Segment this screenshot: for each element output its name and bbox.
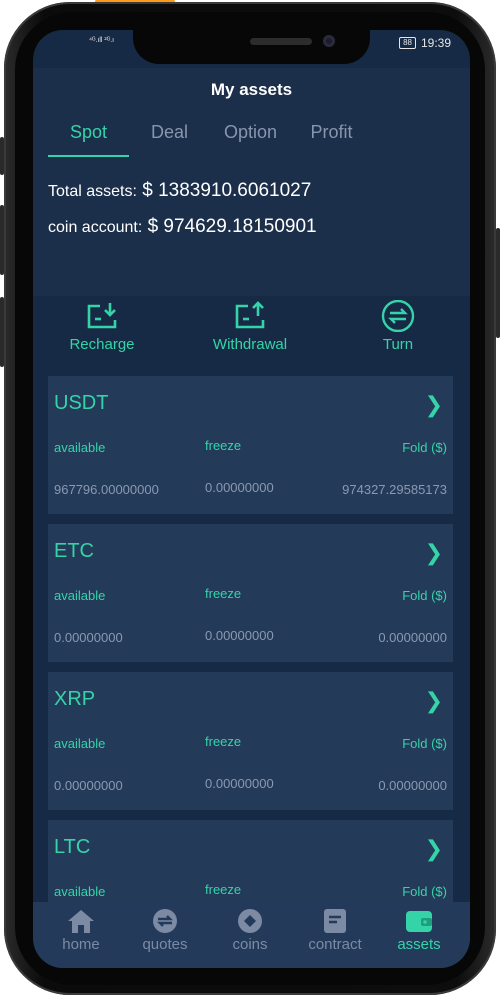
tab-assets-label: assets: [397, 936, 441, 953]
transfer-icon: [381, 300, 415, 332]
turn-label: Turn: [382, 336, 414, 353]
signal-indicator: ⁴ᴳ.ıll ²ᴳ.ı: [89, 37, 115, 44]
tab-deal[interactable]: Deal: [129, 122, 210, 143]
coin-account-label: coin account:: [48, 219, 143, 236]
volume-button: [0, 297, 4, 367]
active-tab-indicator: [48, 155, 129, 157]
available-label: available: [54, 588, 106, 603]
tab-option[interactable]: Option: [210, 122, 291, 143]
tab-home[interactable]: home: [41, 908, 121, 953]
contract-icon: [324, 909, 346, 933]
fold-value: 0.00000000: [378, 778, 447, 793]
chevron-right-icon[interactable]: ❯: [425, 836, 443, 862]
chevron-right-icon[interactable]: ❯: [425, 688, 443, 714]
action-row: Recharge Withdrawal Turn: [33, 300, 470, 360]
freeze-label: freeze: [205, 882, 242, 897]
available-label: available: [54, 736, 106, 751]
freeze-value: 0.00000000: [205, 628, 274, 643]
freeze-value: 0.00000000: [205, 776, 274, 791]
recharge-button[interactable]: Recharge: [57, 300, 147, 353]
chevron-right-icon[interactable]: ❯: [425, 392, 443, 418]
tab-coins[interactable]: coins: [210, 908, 290, 953]
tab-quotes[interactable]: quotes: [125, 908, 205, 953]
tab-contract[interactable]: contract: [295, 908, 375, 953]
asset-card-xrp[interactable]: XRP ❯ available freeze Fold ($) 0.000000…: [48, 672, 453, 810]
status-right: 88 19:39: [399, 36, 451, 50]
total-assets: Total assets: $ 1383910.6061027: [48, 180, 311, 202]
withdrawal-icon: [235, 301, 265, 329]
asset-card-usdt[interactable]: USDT ❯ available freeze Fold ($) 967796.…: [48, 376, 453, 514]
available-label: available: [54, 884, 106, 899]
tab-coins-label: coins: [232, 936, 268, 953]
volume-button: [0, 137, 4, 175]
coin-name: USDT: [54, 392, 109, 414]
freeze-label: freeze: [205, 734, 242, 749]
tab-spot[interactable]: Spot: [48, 122, 129, 143]
total-assets-label: Total assets:: [48, 183, 137, 200]
fold-label: Fold ($): [402, 588, 447, 603]
fold-label: Fold ($): [402, 440, 447, 455]
app-screen: ⁴ᴳ.ıll ²ᴳ.ı 88 19:39 My assets Spot Deal…: [33, 30, 470, 968]
coin-account-value: $ 974629.18150901: [147, 216, 317, 237]
coin-name: XRP: [54, 688, 96, 710]
available-value: 967796.00000000: [54, 482, 159, 497]
recharge-label: Recharge: [69, 336, 135, 353]
freeze-label: freeze: [205, 586, 242, 601]
page-title: My assets: [210, 80, 293, 99]
coin-name: ETC: [54, 540, 94, 562]
fold-value: 0.00000000: [378, 630, 447, 645]
front-camera: [323, 35, 335, 47]
tab-quotes-label: quotes: [142, 936, 188, 953]
freeze-label: freeze: [205, 438, 242, 453]
tab-home-label: home: [62, 936, 100, 953]
home-icon: [68, 910, 94, 933]
available-value: 0.00000000: [54, 630, 123, 645]
bottom-tab-bar: home quotes coins contract assets: [33, 902, 470, 968]
battery-indicator: 88: [399, 37, 416, 49]
available-label: available: [54, 440, 106, 455]
total-assets-value: $ 1383910.6061027: [142, 180, 312, 201]
tab-profit[interactable]: Profit: [291, 122, 372, 143]
tab-contract-label: contract: [308, 936, 362, 953]
asset-card-etc[interactable]: ETC ❯ available freeze Fold ($) 0.000000…: [48, 524, 453, 662]
notch: [133, 30, 370, 64]
volume-button: [0, 205, 4, 275]
fold-label: Fold ($): [402, 884, 447, 899]
power-button: [496, 228, 500, 338]
wallet-icon: [406, 911, 432, 932]
withdrawal-button[interactable]: Withdrawal: [200, 300, 300, 353]
coin-account: coin account: $ 974629.18150901: [48, 216, 317, 238]
coins-icon: [238, 909, 262, 933]
asset-tabs: Spot Deal Option Profit: [48, 122, 372, 143]
tab-assets[interactable]: assets: [379, 908, 459, 953]
chevron-right-icon[interactable]: ❯: [425, 540, 443, 566]
fold-label: Fold ($): [402, 736, 447, 751]
coin-name: LTC: [54, 836, 91, 858]
recharge-icon: [87, 303, 117, 329]
quotes-icon: [153, 909, 177, 933]
fold-value: 974327.29585173: [342, 482, 447, 497]
clock: 19:39: [420, 36, 451, 50]
freeze-value: 0.00000000: [205, 480, 274, 495]
turn-button[interactable]: Turn: [358, 300, 438, 353]
speaker: [250, 38, 312, 45]
withdrawal-label: Withdrawal: [212, 336, 288, 353]
available-value: 0.00000000: [54, 778, 123, 793]
